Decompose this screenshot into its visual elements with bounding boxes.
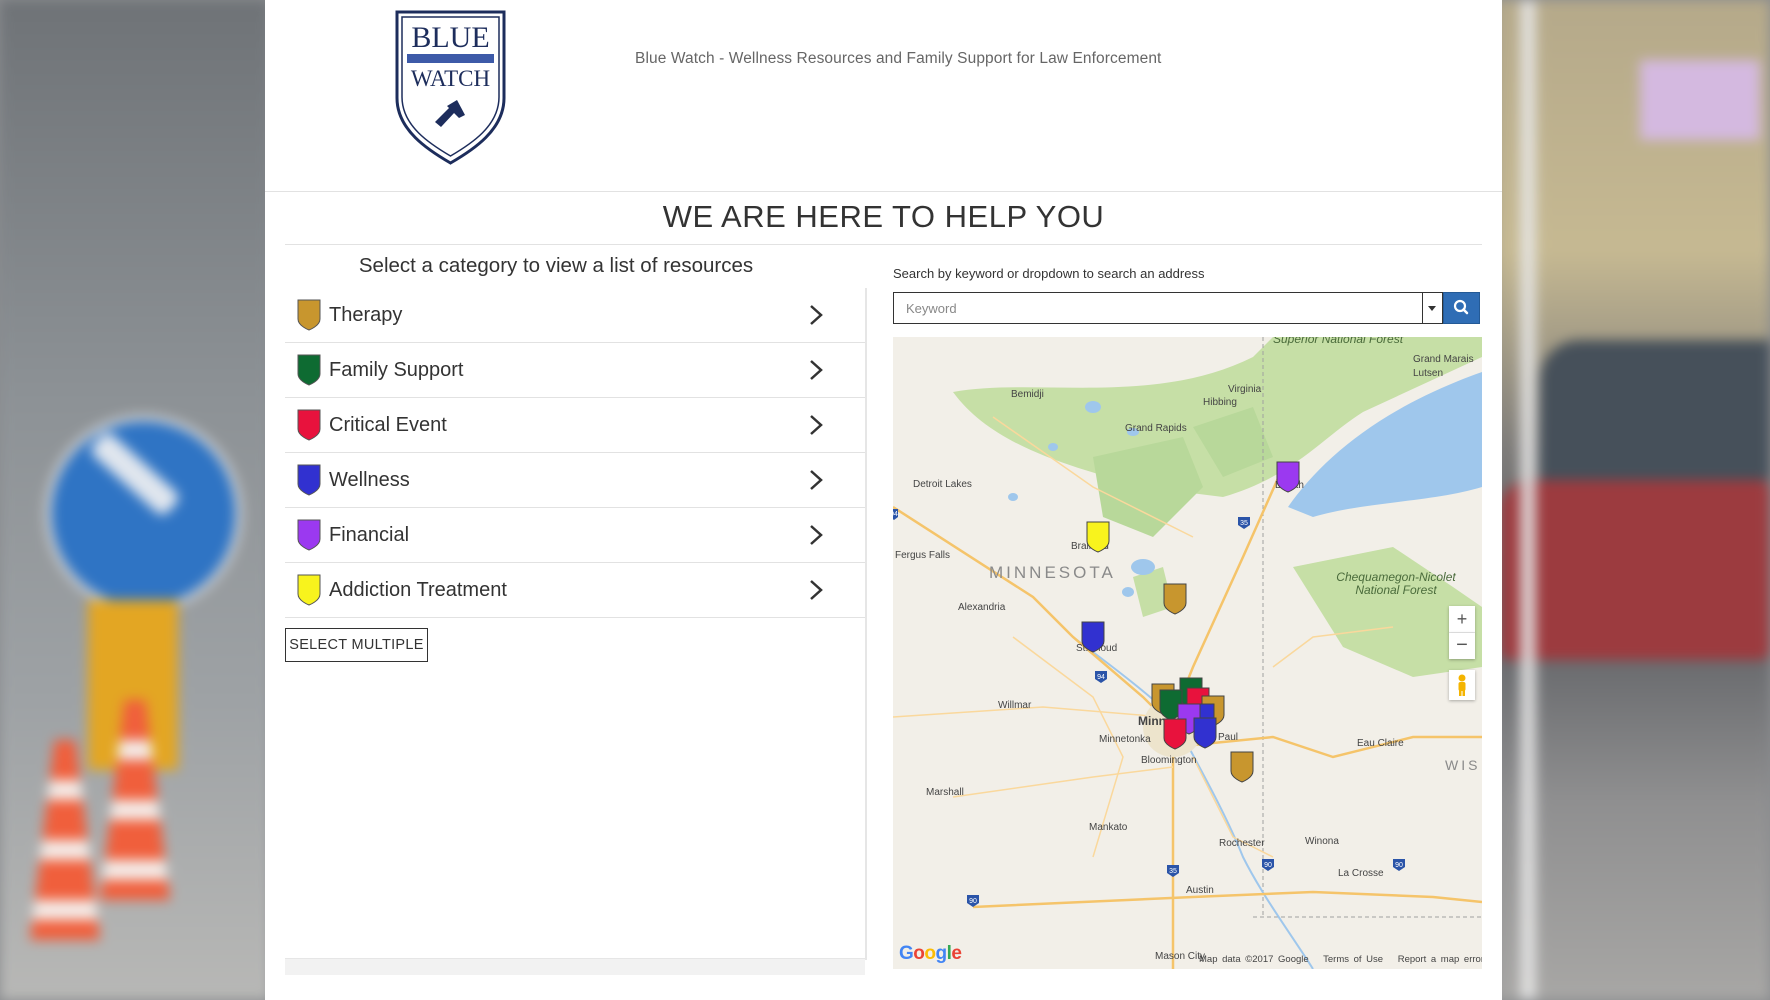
street-view-pegman-icon[interactable] bbox=[1449, 670, 1475, 700]
resource-map[interactable]: Superior National Forest Grand Marais Lu… bbox=[893, 337, 1482, 969]
chevron-right-icon bbox=[810, 580, 823, 600]
map-label: Alexandria bbox=[958, 602, 1006, 613]
wellness-marker-icon[interactable] bbox=[1193, 717, 1217, 749]
chevron-right-icon bbox=[810, 415, 823, 435]
chevron-right-icon bbox=[810, 470, 823, 490]
map-label: Hibbing bbox=[1203, 397, 1237, 408]
category-list: Therapy Family Support Critical Event We… bbox=[285, 288, 867, 960]
financial-marker-icon[interactable] bbox=[1276, 461, 1300, 493]
search-icon bbox=[1453, 299, 1469, 315]
map-label: Minnetonka bbox=[1099, 734, 1151, 745]
map-footer: Map data ©2017 Google Terms of Use Repor… bbox=[1199, 954, 1482, 965]
map-label: Marshall bbox=[926, 787, 964, 798]
map-label: Willmar bbox=[998, 700, 1032, 711]
terms-of-use-link[interactable]: Terms of Use bbox=[1323, 954, 1383, 965]
map-label: Bloomington bbox=[1141, 755, 1197, 766]
therapy-shield-icon bbox=[297, 299, 321, 331]
keyword-input[interactable] bbox=[894, 293, 1414, 323]
financial-shield-icon bbox=[297, 519, 321, 551]
main-panel: BLUE WATCH Blue Watch - Wellness Resourc… bbox=[265, 0, 1502, 1000]
map-label: Lutsen bbox=[1413, 368, 1444, 379]
search-button[interactable] bbox=[1443, 292, 1480, 324]
category-item-financial[interactable]: Financial bbox=[285, 508, 865, 563]
chevron-right-icon bbox=[810, 360, 823, 380]
site-tagline: Blue Watch - Wellness Resources and Fami… bbox=[635, 50, 1162, 67]
category-label: Critical Event bbox=[329, 413, 447, 436]
category-item-critical-event[interactable]: Critical Event bbox=[285, 398, 865, 453]
map-label: Grand Marais bbox=[1413, 354, 1474, 365]
critical-event-marker-icon[interactable] bbox=[1163, 718, 1187, 750]
select-multiple-button[interactable]: SELECT MULTIPLE bbox=[285, 628, 428, 662]
category-item-therapy[interactable]: Therapy bbox=[285, 288, 865, 343]
map-label: La Crosse bbox=[1338, 868, 1384, 879]
map-label: Rochester bbox=[1219, 838, 1265, 849]
zoom-in-button[interactable]: + bbox=[1449, 606, 1475, 633]
map-label: Winona bbox=[1305, 836, 1339, 847]
category-label: Family Support bbox=[329, 358, 464, 381]
chevron-right-icon bbox=[810, 525, 823, 545]
map-label: Superior National Forest bbox=[1273, 337, 1404, 346]
map-label: Virginia bbox=[1228, 384, 1262, 395]
map-base bbox=[893, 337, 1482, 969]
map-label: Mason City bbox=[1155, 951, 1206, 962]
map-label: Austin bbox=[1186, 885, 1214, 896]
divider bbox=[285, 244, 1482, 245]
category-label: Therapy bbox=[329, 303, 403, 326]
search-dropdown-button[interactable] bbox=[1423, 292, 1443, 324]
map-label: MINNESOTA bbox=[989, 563, 1116, 582]
search-label: Search by keyword or dropdown to search … bbox=[893, 266, 1205, 281]
google-logo: Google bbox=[899, 943, 962, 964]
wellness-shield-icon bbox=[297, 464, 321, 496]
map-label: Fergus Falls bbox=[895, 550, 951, 561]
report-map-error-link[interactable]: Report a map error bbox=[1398, 954, 1482, 965]
site-header: BLUE WATCH Blue Watch - Wellness Resourc… bbox=[265, 0, 1502, 192]
map-label: Chequamegon-Nicolet National Forest bbox=[1336, 570, 1456, 597]
category-heading: Select a category to view a list of reso… bbox=[358, 254, 754, 277]
category-label: Addiction Treatment bbox=[329, 578, 507, 601]
svg-text:BLUE: BLUE bbox=[411, 21, 489, 54]
chevron-right-icon bbox=[810, 305, 823, 325]
search-box bbox=[893, 292, 1423, 324]
category-label: Financial bbox=[329, 523, 410, 546]
svg-text:WATCH: WATCH bbox=[411, 66, 490, 91]
addiction-treatment-shield-icon bbox=[297, 574, 321, 606]
family-support-shield-icon bbox=[297, 354, 321, 386]
therapy-marker-icon[interactable] bbox=[1230, 751, 1254, 783]
wellness-marker-icon[interactable] bbox=[1081, 621, 1105, 653]
map-label: Grand Rapids bbox=[1125, 423, 1187, 434]
category-item-family-support[interactable]: Family Support bbox=[285, 343, 865, 398]
category-item-addiction-treatment[interactable]: Addiction Treatment bbox=[285, 563, 865, 618]
map-label: WIS bbox=[1445, 757, 1481, 773]
therapy-marker-icon[interactable] bbox=[1163, 583, 1187, 615]
map-label: Mankato bbox=[1089, 822, 1128, 833]
page-title: WE ARE HERE TO HELP YOU bbox=[662, 199, 1105, 234]
map-label: Eau Claire bbox=[1357, 738, 1404, 749]
list-scroll-footer bbox=[285, 958, 865, 975]
map-label: Bemidji bbox=[1011, 389, 1044, 400]
zoom-out-button[interactable]: − bbox=[1449, 633, 1475, 659]
category-item-wellness[interactable]: Wellness bbox=[285, 453, 865, 508]
category-label: Wellness bbox=[329, 468, 410, 491]
critical-event-shield-icon bbox=[297, 409, 321, 441]
map-data-attribution: Map data ©2017 Google bbox=[1199, 954, 1309, 965]
addiction-treatment-marker-icon[interactable] bbox=[1086, 521, 1110, 553]
blue-watch-logo[interactable]: BLUE WATCH bbox=[393, 10, 508, 165]
map-label: Detroit Lakes bbox=[913, 479, 972, 490]
